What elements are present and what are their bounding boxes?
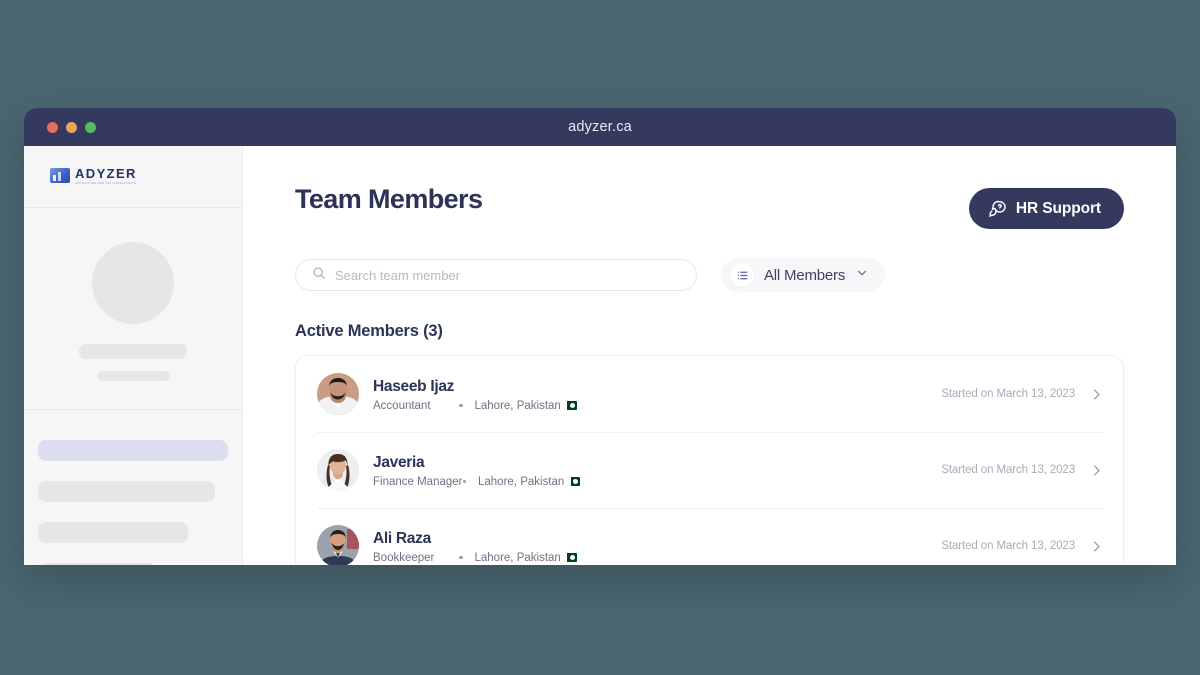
member-location: Lahore, Pakistan [474,399,561,412]
skeleton-subtitle-bar [96,371,170,381]
avatar [317,373,359,415]
browser-window: adyzer.ca ADYZER ACCOUNTING AND TAX CONS… [24,108,1176,565]
address-bar-url[interactable]: adyzer.ca [24,119,1176,135]
sidebar-item-3[interactable] [38,563,156,565]
window-controls [24,121,96,133]
member-name: Ali Raza [373,529,431,547]
sidebar-nav-skeleton [24,410,242,565]
separator-dot [462,479,466,484]
member-start-date: Started on March 13, 2023 [941,540,1075,552]
sidebar: ADYZER ACCOUNTING AND TAX CONSULTANTS [24,146,243,565]
pakistan-flag-icon [563,401,577,410]
member-name: Javeria [373,453,425,471]
members-card: Haseeb Ijaz Accountant Lahore, Pakistan … [295,355,1124,565]
member-role: Finance Manager [373,475,463,488]
avatar [317,525,359,565]
logo-tagline: ACCOUNTING AND TAX CONSULTANTS [75,182,136,185]
chevron-right-icon[interactable] [1089,463,1104,478]
controls-row: All Members [295,258,1124,292]
maximize-window-button[interactable] [85,121,96,133]
member-location: Lahore, Pakistan [478,475,565,488]
chevron-right-icon[interactable] [1089,539,1104,554]
skeleton-avatar [92,242,174,324]
chat-question-icon [988,199,1007,218]
member-role: Accountant [373,399,431,412]
minimize-window-button[interactable] [66,121,77,133]
chevron-right-icon[interactable] [1089,387,1104,402]
member-start-date: Started on March 13, 2023 [941,464,1075,476]
filter-label: All Members [764,266,846,284]
sidebar-item-2[interactable] [38,522,189,543]
member-name: Haseeb Ijaz [373,377,455,395]
member-row[interactable]: Haseeb Ijaz Accountant Lahore, Pakistan … [296,356,1123,432]
member-role: Bookkeeper [373,551,435,564]
skeleton-name-bar [79,344,187,359]
hr-support-button[interactable]: HR Support [968,188,1124,229]
close-window-button[interactable] [47,121,58,133]
page-header: Team Members HR Support [295,184,1124,229]
page-title: Team Members [295,184,483,214]
logo-wordmark: ADYZER [75,166,137,181]
sidebar-logo[interactable]: ADYZER ACCOUNTING AND TAX CONSULTANTS [24,146,242,208]
search-box[interactable] [295,259,697,291]
search-icon [312,266,326,285]
avatar [317,449,359,491]
members-filter-dropdown[interactable]: All Members [721,258,886,292]
pakistan-flag-icon [563,553,577,562]
adyzer-logo-icon [50,168,70,183]
member-row[interactable]: Ali Raza Bookkeeper Lahore, Pakistan Sta… [296,508,1123,565]
separator-dot [459,403,463,408]
sidebar-item-active[interactable] [38,440,228,461]
search-input[interactable] [335,267,680,283]
browser-titlebar: adyzer.ca [24,108,1176,146]
list-icon [730,263,754,287]
hr-support-label: HR Support [1015,199,1101,217]
pakistan-flag-icon [567,477,581,486]
main-content: Team Members HR Support Search team memb… [243,146,1176,565]
member-row[interactable]: Javeria Finance Manager Lahore, Pakistan… [296,432,1123,508]
section-title: Active Members (3) [295,322,443,340]
member-location: Lahore, Pakistan [474,551,561,564]
member-start-date: Started on March 13, 2023 [941,388,1075,400]
chevron-down-icon [855,266,869,285]
sidebar-profile-skeleton [24,208,242,410]
browser-viewport: ADYZER ACCOUNTING AND TAX CONSULTANTS Te… [24,146,1176,565]
separator-dot [459,555,463,560]
sidebar-item-1[interactable] [38,481,215,502]
